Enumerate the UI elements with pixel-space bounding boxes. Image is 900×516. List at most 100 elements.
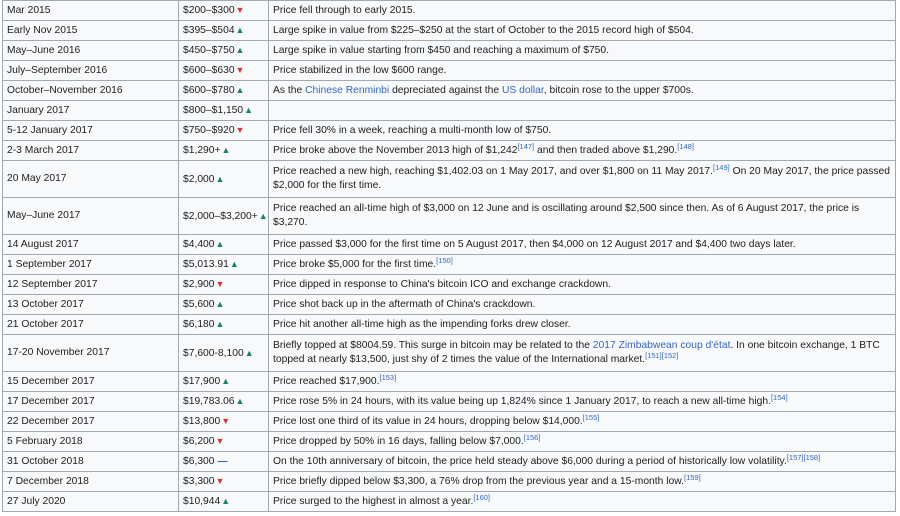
citation-link[interactable]: [149] [713, 163, 730, 172]
price-cell: $1,290+▲ [178, 140, 269, 161]
citation-link[interactable]: [157][158] [787, 453, 820, 462]
table-row: 7 December 2018 $3,300▼ Price briefly dipp… [2, 471, 896, 492]
description-text: Price surged to the highest in almost a … [273, 495, 474, 507]
price-value: $3,300 [183, 476, 215, 487]
price-value: $6,300 [183, 455, 215, 467]
table-body: Mar 2015 $200–$300▼ Price fell through to … [2, 0, 896, 512]
table-row: 5 February 2018 $6,200▼ Price dropped by 5… [2, 431, 896, 452]
wiki-link[interactable]: 2017 Zimbabwean coup d'état [593, 340, 731, 351]
wiki-link[interactable]: US dollar [502, 85, 544, 96]
citation-link[interactable]: [155] [583, 413, 600, 422]
table-row: 13 October 2017 $5,600▲ Price shot back up… [2, 294, 896, 315]
price-value: $600–$780 [183, 85, 235, 96]
increase-arrow-icon: ▲ [215, 173, 225, 184]
description-cell: Price fell 30% in a week, reaching a mul… [268, 120, 896, 141]
decrease-arrow-icon: ▼ [215, 476, 225, 486]
description-cell [268, 100, 896, 121]
description-text: depreciated against the [389, 84, 502, 96]
price-cell: $6,300— [178, 451, 269, 472]
citation-link[interactable]: [160] [473, 493, 490, 502]
decrease-arrow-icon: ▼ [215, 436, 225, 446]
table-row: May–June 2016 $450–$750▲ Large spike in va… [2, 40, 896, 61]
description-text: Price fell through to early 2015. [273, 4, 416, 16]
citation-link[interactable]: [154] [771, 393, 788, 402]
citation-link[interactable]: [147] [517, 142, 534, 151]
table-row: Mar 2015 $200–$300▼ Price fell through to … [2, 0, 896, 21]
description-text: , bitcoin rose to the upper $700s. [543, 84, 694, 96]
description-cell: Price passed $3,000 for the first time o… [268, 234, 896, 255]
date-cell: 12 September 2017 [2, 274, 179, 295]
date-cell: 17-20 November 2017 [2, 334, 179, 372]
description-text: On the 10th anniversary of bitcoin, the … [273, 455, 787, 467]
date-cell: July–September 2016 [2, 60, 179, 81]
price-value: $19,783.06 [183, 396, 235, 407]
description-text: Price dipped in response to China's bitc… [273, 278, 611, 290]
description-cell: Price broke $5,000 for the first time.[1… [268, 254, 896, 275]
decrease-arrow-icon: ▼ [235, 5, 245, 15]
citation-link[interactable]: [159] [684, 473, 701, 482]
price-value: $395–$504 [183, 25, 235, 36]
price-cell: $4,400▲ [178, 234, 269, 255]
description-cell: As the Chinese Renminbi depreciated agai… [268, 80, 896, 101]
date-cell: Early Nov 2015 [2, 20, 179, 41]
price-value: $2,900 [183, 279, 215, 290]
price-value: $200–$300 [183, 5, 235, 16]
increase-arrow-icon: ▲ [221, 145, 231, 155]
description-cell: Price rose 5% in 24 hours, with its valu… [268, 391, 896, 412]
date-cell: May–June 2016 [2, 40, 179, 61]
date-cell: Mar 2015 [2, 0, 179, 21]
price-value: $800–$1,150 [183, 105, 244, 116]
date-cell: 2-3 March 2017 [2, 140, 179, 161]
price-cell: $6,180▲ [178, 314, 269, 335]
price-value: $600–$630 [183, 65, 235, 76]
wiki-link[interactable]: Chinese Renminbi [305, 85, 389, 96]
citation-link[interactable]: [148] [677, 142, 694, 151]
table-row: 15 December 2017 $17,900▲ Price reached $1… [2, 371, 896, 392]
description-cell: Price broke above the November 2013 high… [268, 140, 896, 161]
date-cell: January 2017 [2, 100, 179, 121]
description-text: Price broke $5,000 for the first time. [273, 258, 437, 270]
citation-link[interactable]: [153] [379, 373, 396, 382]
description-text: Large spike in value from $225–$250 at t… [273, 24, 694, 36]
description-cell: Large spike in value starting from $450 … [268, 40, 896, 61]
date-cell: 1 September 2017 [2, 254, 179, 275]
increase-arrow-icon: ▲ [235, 396, 245, 406]
description-cell: Price reached a new high, reaching $1,40… [268, 160, 896, 198]
price-cell: $200–$300▼ [178, 0, 269, 21]
citation-link[interactable]: [151][152] [645, 351, 678, 360]
increase-arrow-icon: ▲ [221, 496, 231, 506]
increase-arrow-icon: ▲ [235, 25, 245, 35]
description-cell: On the 10th anniversary of bitcoin, the … [268, 451, 896, 472]
decrease-arrow-icon: ▼ [215, 279, 225, 289]
table-row: May–June 2017 $2,000–$3,200+▲ Price reache… [2, 197, 896, 235]
price-cell: $2,000▲ [178, 160, 269, 198]
date-cell: 14 August 2017 [2, 234, 179, 255]
date-cell: 22 December 2017 [2, 411, 179, 432]
price-cell: $17,900▲ [178, 371, 269, 392]
decrease-arrow-icon: ▼ [235, 65, 245, 75]
date-cell: 13 October 2017 [2, 294, 179, 315]
description-text: Price stabilized in the low $600 range. [273, 64, 447, 76]
decrease-arrow-icon: ▼ [235, 125, 245, 135]
increase-arrow-icon: ▲ [215, 299, 225, 309]
description-text: and then traded above $1,290. [534, 144, 678, 156]
description-cell: Briefly topped at $8004.59. This surge i… [268, 334, 896, 372]
description-cell: Price shot back up in the aftermath of C… [268, 294, 896, 315]
increase-arrow-icon: ▲ [221, 376, 231, 386]
price-cell: $5,600▲ [178, 294, 269, 315]
price-value: $2,000–$3,200+ [183, 210, 258, 222]
price-cell: $800–$1,150▲ [178, 100, 269, 121]
date-cell: October–November 2016 [2, 80, 179, 101]
table-row: 27 July 2020 $10,944▲ Price surged to the … [2, 491, 896, 512]
citation-link[interactable]: [150] [436, 256, 453, 265]
description-text: Price reached an all-time high of $3,000… [273, 203, 860, 228]
description-text: Price shot back up in the aftermath of C… [273, 298, 536, 310]
price-cell: $450–$750▲ [178, 40, 269, 61]
price-cell: $19,783.06▲ [178, 391, 269, 412]
table-row: 5-12 January 2017 $750–$920▼ Price fell 30… [2, 120, 896, 141]
price-cell: $3,300▼ [178, 471, 269, 492]
description-cell: Large spike in value from $225–$250 at t… [268, 20, 896, 41]
price-value: $5,600 [183, 299, 215, 310]
price-value: $17,900 [183, 376, 221, 387]
citation-link[interactable]: [156] [524, 433, 541, 442]
